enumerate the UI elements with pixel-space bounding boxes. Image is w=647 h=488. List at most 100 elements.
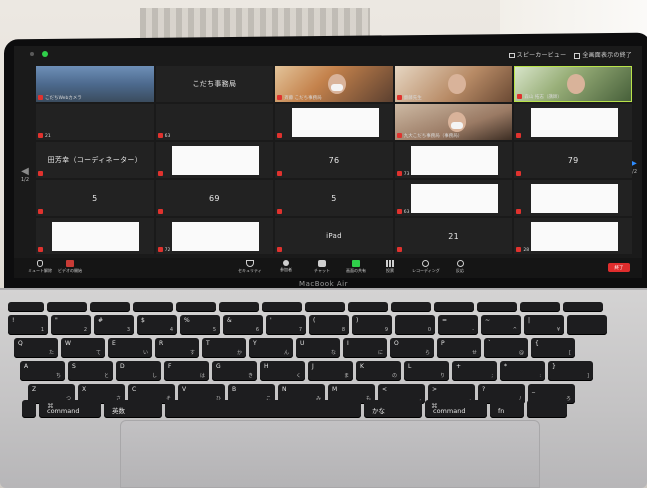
participant-tile[interactable]: 21 — [394, 218, 513, 254]
keyboard-key[interactable]: ` @ — [484, 338, 528, 358]
info-icon[interactable] — [30, 52, 34, 56]
participant-tile[interactable] — [275, 104, 393, 140]
participant-tile[interactable]: 72 — [155, 218, 274, 254]
function-key[interactable] — [348, 302, 388, 312]
keyboard-key[interactable]: ) 9 — [352, 315, 392, 335]
keyboard-key[interactable]: Pせ — [437, 338, 481, 358]
keyboard-key[interactable]: }] — [548, 361, 593, 381]
function-key[interactable] — [305, 302, 345, 312]
participant-tile[interactable] — [155, 142, 274, 178]
participant-tile[interactable]: 5 — [275, 180, 393, 216]
participant-tile[interactable]: こだちWebカメラ — [36, 66, 154, 102]
record-button[interactable]: レコーディング — [412, 260, 440, 274]
keyboard-key[interactable]: #3 — [94, 315, 134, 335]
keyboard-key[interactable]: {[ — [531, 338, 575, 358]
security-button[interactable]: セキュリティ — [238, 260, 262, 274]
participant-tile[interactable]: 63 — [394, 180, 513, 216]
keyboard-key[interactable]: (8 — [309, 315, 349, 335]
trackpad[interactable] — [120, 420, 540, 488]
participant-tile[interactable]: 63 — [155, 104, 274, 140]
fn-key[interactable]: fn — [490, 400, 524, 418]
function-key[interactable] — [477, 302, 517, 312]
function-key[interactable] — [219, 302, 259, 312]
participant-tile[interactable]: iPad — [275, 218, 393, 254]
speaker-view-label[interactable]: スピーカービュー — [517, 52, 567, 59]
function-key[interactable] — [391, 302, 431, 312]
participant-tile[interactable]: 73 — [394, 142, 513, 178]
previous-page-button[interactable]: ◀ 1/2 — [18, 166, 32, 196]
keyboard-key[interactable]: $4 — [137, 315, 177, 335]
function-key[interactable] — [47, 302, 87, 312]
participant-tile[interactable]: 5 — [36, 180, 154, 216]
keyboard-key[interactable]: *: — [500, 361, 545, 381]
function-key[interactable] — [133, 302, 173, 312]
keyboard-key[interactable]: Eい — [108, 338, 152, 358]
function-key[interactable] — [90, 302, 130, 312]
participant-tile[interactable]: 九大こだち事務局（事務局） — [394, 104, 513, 140]
keyboard-key[interactable]: Gき — [212, 361, 257, 381]
end-meeting-button[interactable]: 終了 — [608, 263, 630, 272]
keyboard-key[interactable]: | ¥ — [524, 315, 564, 335]
keyboard-key[interactable]: Jま — [308, 361, 353, 381]
keyboard-key[interactable]: Kの — [356, 361, 401, 381]
keyboard-key[interactable]: 0 — [395, 315, 435, 335]
participant-tile[interactable] — [514, 104, 632, 140]
participant-tile[interactable]: 21 — [36, 104, 154, 140]
participant-tile[interactable]: 斉藤 こだち事務局 — [275, 66, 393, 102]
keyboard-key[interactable]: Yん — [249, 338, 293, 358]
polls-button[interactable]: 投票 — [386, 260, 394, 274]
participant-tile[interactable]: 齋藤先生 — [394, 66, 513, 102]
view-switch[interactable]: スピーカービュー 全画面表示の終了 — [508, 50, 632, 59]
command-right-key[interactable]: command ⌘ — [425, 400, 487, 418]
fullscreen-label[interactable]: 全画面表示の終了 — [582, 52, 632, 59]
share-screen-button[interactable]: 画面の共有 — [346, 260, 366, 274]
eisu-key[interactable]: 英数 — [104, 400, 162, 418]
participants-button[interactable]: 参加者 — [280, 260, 292, 273]
start-video-button[interactable]: ビデオの開始 — [58, 260, 82, 274]
keyboard-key[interactable]: & 6 — [223, 315, 263, 335]
participant-tile[interactable]: 69 — [155, 180, 274, 216]
keyboard-key[interactable]: Uな — [296, 338, 340, 358]
keyboard-key[interactable]: Hく — [260, 361, 305, 381]
participant-tile[interactable] — [36, 218, 154, 254]
chat-button[interactable]: チャット — [314, 260, 330, 274]
keyboard-key[interactable]: Sと — [68, 361, 113, 381]
keyboard-key[interactable]: Tか — [202, 338, 246, 358]
participant-tile[interactable]: 28 — [514, 218, 632, 254]
participant-tile[interactable]: 79 — [514, 142, 632, 178]
keyboard-key[interactable]: Iに — [343, 338, 387, 358]
participant-tile[interactable]: 76 — [275, 142, 393, 178]
keyboard-key[interactable]: ~ ^ — [481, 315, 521, 335]
participant-tile[interactable] — [514, 180, 632, 216]
kana-key[interactable]: かな — [364, 400, 422, 418]
keyboard-key[interactable]: Qた — [14, 338, 58, 358]
encryption-shield-icon[interactable] — [42, 51, 48, 57]
keyboard-key[interactable]: Oら — [390, 338, 434, 358]
keyboard-key[interactable] — [567, 315, 607, 335]
keyboard-key[interactable]: Wて — [61, 338, 105, 358]
participant-tile[interactable]: こだち事務局 — [155, 66, 274, 102]
function-key[interactable] — [262, 302, 302, 312]
keyboard-key[interactable]: % 5 — [180, 315, 220, 335]
function-key[interactable] — [176, 302, 216, 312]
participant-tile[interactable]: 森山 拓志（講師） — [514, 66, 632, 102]
keyboard-key[interactable]: ! 1 — [8, 315, 48, 335]
keyboard-key[interactable]: Aち — [20, 361, 65, 381]
keyboard-key[interactable]: Fは — [164, 361, 209, 381]
function-key[interactable] — [563, 302, 603, 312]
function-key[interactable] — [434, 302, 474, 312]
participant-tile[interactable]: 田芳幸（コーディネーター） — [36, 142, 154, 178]
space-bar[interactable] — [165, 400, 361, 418]
unmute-button[interactable]: ミュート解除 — [28, 260, 52, 274]
arrow-keys[interactable] — [527, 400, 567, 418]
reactions-button[interactable]: 反応 — [456, 260, 464, 274]
keyboard-key[interactable]: +; — [452, 361, 497, 381]
keyboard-key[interactable]: = - — [438, 315, 478, 335]
keyboard-key[interactable]: " 2 — [51, 315, 91, 335]
command-left-key[interactable]: command ⌘ — [39, 400, 101, 418]
keyboard-key[interactable]: ' 7 — [266, 315, 306, 335]
function-key[interactable] — [8, 302, 44, 312]
keyboard-key[interactable]: Rす — [155, 338, 199, 358]
keyboard-key[interactable]: Dし — [116, 361, 161, 381]
function-key[interactable] — [520, 302, 560, 312]
